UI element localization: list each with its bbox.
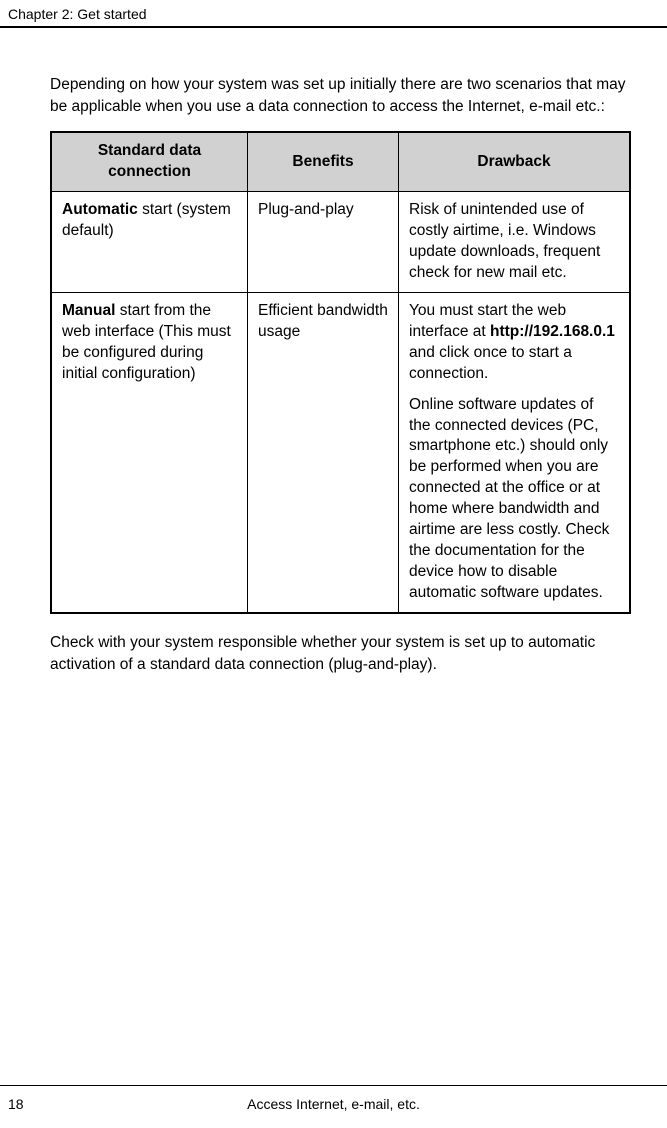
drawback-manual-p2: Online software updates of the connected… [409,395,619,604]
outro-paragraph: Check with your system responsible wheth… [50,632,631,675]
header-drawback: Drawback [399,132,631,191]
cell-benefits-automatic: Plug-and-play [248,192,399,293]
drawback-manual-p1: You must start the web interface at http… [409,301,619,385]
cell-drawback-automatic: Risk of unintended use of costly airtime… [399,192,631,293]
table-row: Automatic start (system default) Plug-an… [51,192,630,293]
page-number: 18 [8,1096,24,1112]
header-benefits: Benefits [248,132,399,191]
cell-connection-automatic: Automatic start (system default) [51,192,248,293]
drawback-p1-post: and click once to start a connection. [409,344,572,382]
footer-title: Access Internet, e-mail, etc. [8,1096,659,1112]
cell-drawback-manual: You must start the web interface at http… [399,292,631,612]
page-header: Chapter 2: Get started [0,0,667,28]
header-connection: Standard data connection [51,132,248,191]
cell-benefits-manual: Efficient bandwidth usage [248,292,399,612]
page-footer: 18 Access Internet, e-mail, etc. [0,1085,667,1128]
bold-automatic: Automatic [62,201,138,218]
content-area: Depending on how your system was set up … [0,28,667,675]
cell-connection-manual: Manual start from the web interface (Thi… [51,292,248,612]
table-header-row: Standard data connection Benefits Drawba… [51,132,630,191]
drawback-p1-url: http://192.168.0.1 [490,323,615,340]
comparison-table: Standard data connection Benefits Drawba… [50,131,631,613]
intro-paragraph: Depending on how your system was set up … [50,74,631,117]
chapter-label: Chapter 2: Get started [8,6,147,22]
table-row: Manual start from the web interface (Thi… [51,292,630,612]
bold-manual: Manual [62,302,115,319]
